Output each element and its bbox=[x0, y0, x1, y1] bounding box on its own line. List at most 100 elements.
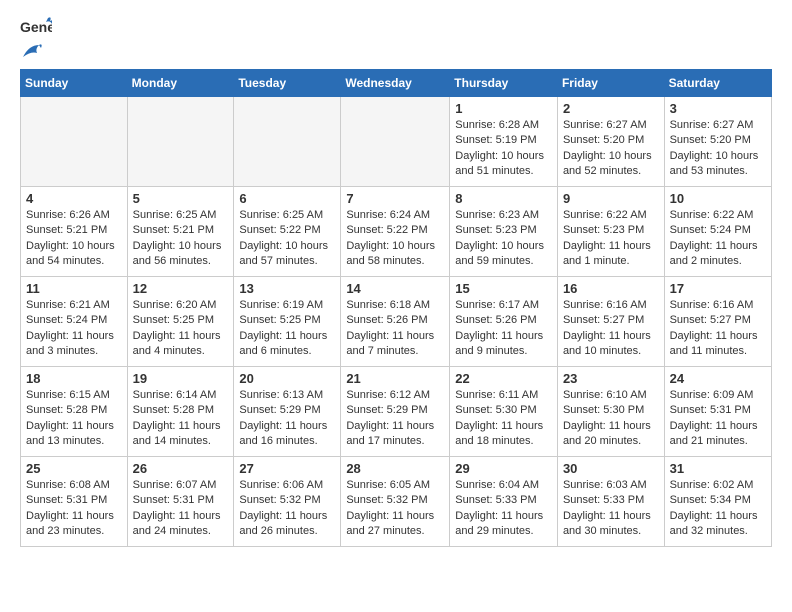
day-info: Sunrise: 6:17 AMSunset: 5:26 PMDaylight:… bbox=[455, 298, 552, 360]
calendar-cell: 14 Sunrise: 6:18 AMSunset: 5:26 PMDayligh… bbox=[341, 277, 450, 367]
day-number: 12 bbox=[133, 281, 229, 296]
calendar-cell: 11 Sunrise: 6:21 AMSunset: 5:24 PMDayligh… bbox=[21, 277, 128, 367]
calendar-cell: 22Sunrise: 6:11 AMSunset: 5:30 PMDayligh… bbox=[450, 367, 558, 457]
calendar-cell: 29Sunrise: 6:04 AMSunset: 5:33 PMDayligh… bbox=[450, 457, 558, 547]
day-info: Sunrise: 6:21 AMSunset: 5:24 PMDaylight:… bbox=[26, 298, 122, 360]
day-number: 5 bbox=[133, 191, 229, 206]
header: General bbox=[20, 16, 772, 59]
day-number: 3 bbox=[670, 101, 766, 116]
day-number: 15 bbox=[455, 281, 552, 296]
calendar-cell: 10Sunrise: 6:22 AMSunset: 5:24 PMDayligh… bbox=[664, 187, 771, 277]
day-number: 11 bbox=[26, 281, 122, 296]
day-number: 6 bbox=[239, 191, 335, 206]
weekday-header-tuesday: Tuesday bbox=[234, 70, 341, 97]
day-info: Sunrise: 6:13 AMSunset: 5:29 PMDaylight:… bbox=[239, 388, 335, 450]
day-info: Sunrise: 6:16 AMSunset: 5:27 PMDaylight:… bbox=[563, 298, 659, 360]
week-row-4: 18 Sunrise: 6:15 AMSunset: 5:28 PMDayligh… bbox=[21, 367, 772, 457]
calendar-cell: 27Sunrise: 6:06 AMSunset: 5:32 PMDayligh… bbox=[234, 457, 341, 547]
day-info: Sunrise: 6:12 AMSunset: 5:29 PMDaylight:… bbox=[346, 388, 444, 450]
day-info: Sunrise: 6:20 AMSunset: 5:25 PMDaylight:… bbox=[133, 298, 229, 360]
day-info: Sunrise: 6:23 AMSunset: 5:23 PMDaylight:… bbox=[455, 208, 552, 270]
day-number: 31 bbox=[670, 461, 766, 476]
week-row-1: 1 Sunrise: 6:28 AMSunset: 5:19 PMDaylight… bbox=[21, 97, 772, 187]
day-info: Sunrise: 6:24 AMSunset: 5:22 PMDaylight:… bbox=[346, 208, 444, 270]
day-info: Sunrise: 6:07 AMSunset: 5:31 PMDaylight:… bbox=[133, 478, 229, 540]
day-number: 23 bbox=[563, 371, 659, 386]
calendar-cell: 8 Sunrise: 6:23 AMSunset: 5:23 PMDaylight… bbox=[450, 187, 558, 277]
day-number: 18 bbox=[26, 371, 122, 386]
weekday-header-wednesday: Wednesday bbox=[341, 70, 450, 97]
day-number: 25 bbox=[26, 461, 122, 476]
day-number: 20 bbox=[239, 371, 335, 386]
week-row-3: 11 Sunrise: 6:21 AMSunset: 5:24 PMDayligh… bbox=[21, 277, 772, 367]
day-info: Sunrise: 6:02 AMSunset: 5:34 PMDaylight:… bbox=[670, 478, 766, 540]
calendar-cell: 19 Sunrise: 6:14 AMSunset: 5:28 PMDayligh… bbox=[127, 367, 234, 457]
day-info: Sunrise: 6:25 AMSunset: 5:22 PMDaylight:… bbox=[239, 208, 335, 270]
calendar-cell: 18 Sunrise: 6:15 AMSunset: 5:28 PMDayligh… bbox=[21, 367, 128, 457]
calendar-cell: 1 Sunrise: 6:28 AMSunset: 5:19 PMDaylight… bbox=[450, 97, 558, 187]
day-info: Sunrise: 6:11 AMSunset: 5:30 PMDaylight:… bbox=[455, 388, 552, 450]
day-info: Sunrise: 6:27 AMSunset: 5:20 PMDaylight:… bbox=[563, 118, 659, 180]
weekday-header-friday: Friday bbox=[557, 70, 664, 97]
day-number: 7 bbox=[346, 191, 444, 206]
day-number: 8 bbox=[455, 191, 552, 206]
calendar-cell: 21 Sunrise: 6:12 AMSunset: 5:29 PMDayligh… bbox=[341, 367, 450, 457]
calendar-cell: 6 Sunrise: 6:25 AMSunset: 5:22 PMDaylight… bbox=[234, 187, 341, 277]
day-info: Sunrise: 6:28 AMSunset: 5:19 PMDaylight:… bbox=[455, 118, 552, 180]
weekday-header-saturday: Saturday bbox=[664, 70, 771, 97]
day-info: Sunrise: 6:27 AMSunset: 5:20 PMDaylight:… bbox=[670, 118, 766, 180]
day-info: Sunrise: 6:16 AMSunset: 5:27 PMDaylight:… bbox=[670, 298, 766, 360]
day-number: 2 bbox=[563, 101, 659, 116]
calendar-cell bbox=[127, 97, 234, 187]
calendar-cell: 25 Sunrise: 6:08 AMSunset: 5:31 PMDayligh… bbox=[21, 457, 128, 547]
weekday-header-sunday: Sunday bbox=[21, 70, 128, 97]
calendar-cell: 24 Sunrise: 6:09 AMSunset: 5:31 PMDayligh… bbox=[664, 367, 771, 457]
day-info: Sunrise: 6:09 AMSunset: 5:31 PMDaylight:… bbox=[670, 388, 766, 450]
day-number: 1 bbox=[455, 101, 552, 116]
day-info: Sunrise: 6:22 AMSunset: 5:24 PMDaylight:… bbox=[670, 208, 766, 270]
day-info: Sunrise: 6:26 AMSunset: 5:21 PMDaylight:… bbox=[26, 208, 122, 270]
day-info: Sunrise: 6:25 AMSunset: 5:21 PMDaylight:… bbox=[133, 208, 229, 270]
day-number: 27 bbox=[239, 461, 335, 476]
calendar-cell: 31 Sunrise: 6:02 AMSunset: 5:34 PMDayligh… bbox=[664, 457, 771, 547]
week-row-2: 4Sunrise: 6:26 AMSunset: 5:21 PMDaylight… bbox=[21, 187, 772, 277]
calendar-cell: 15 Sunrise: 6:17 AMSunset: 5:26 PMDayligh… bbox=[450, 277, 558, 367]
day-number: 29 bbox=[455, 461, 552, 476]
calendar-cell bbox=[234, 97, 341, 187]
day-number: 9 bbox=[563, 191, 659, 206]
weekday-header-row: SundayMondayTuesdayWednesdayThursdayFrid… bbox=[21, 70, 772, 97]
day-number: 13 bbox=[239, 281, 335, 296]
day-info: Sunrise: 6:22 AMSunset: 5:23 PMDaylight:… bbox=[563, 208, 659, 270]
calendar-cell: 5 Sunrise: 6:25 AMSunset: 5:21 PMDaylight… bbox=[127, 187, 234, 277]
calendar-cell bbox=[21, 97, 128, 187]
day-number: 19 bbox=[133, 371, 229, 386]
day-number: 14 bbox=[346, 281, 444, 296]
day-number: 24 bbox=[670, 371, 766, 386]
calendar-cell: 28Sunrise: 6:05 AMSunset: 5:32 PMDayligh… bbox=[341, 457, 450, 547]
logo-icon: General bbox=[20, 16, 52, 44]
calendar-cell: 30Sunrise: 6:03 AMSunset: 5:33 PMDayligh… bbox=[557, 457, 664, 547]
calendar-cell: 17 Sunrise: 6:16 AMSunset: 5:27 PMDayligh… bbox=[664, 277, 771, 367]
calendar-cell: 23 Sunrise: 6:10 AMSunset: 5:30 PMDayligh… bbox=[557, 367, 664, 457]
week-row-5: 25 Sunrise: 6:08 AMSunset: 5:31 PMDayligh… bbox=[21, 457, 772, 547]
calendar-cell: 9 Sunrise: 6:22 AMSunset: 5:23 PMDaylight… bbox=[557, 187, 664, 277]
day-number: 17 bbox=[670, 281, 766, 296]
day-number: 21 bbox=[346, 371, 444, 386]
day-info: Sunrise: 6:10 AMSunset: 5:30 PMDaylight:… bbox=[563, 388, 659, 450]
calendar-cell: 4Sunrise: 6:26 AMSunset: 5:21 PMDaylight… bbox=[21, 187, 128, 277]
logo-bird-icon bbox=[21, 43, 43, 61]
day-number: 28 bbox=[346, 461, 444, 476]
weekday-header-thursday: Thursday bbox=[450, 70, 558, 97]
day-info: Sunrise: 6:19 AMSunset: 5:25 PMDaylight:… bbox=[239, 298, 335, 360]
calendar-cell: 2 Sunrise: 6:27 AMSunset: 5:20 PMDaylight… bbox=[557, 97, 664, 187]
calendar-cell: 16 Sunrise: 6:16 AMSunset: 5:27 PMDayligh… bbox=[557, 277, 664, 367]
day-info: Sunrise: 6:08 AMSunset: 5:31 PMDaylight:… bbox=[26, 478, 122, 540]
day-info: Sunrise: 6:15 AMSunset: 5:28 PMDaylight:… bbox=[26, 388, 122, 450]
day-info: Sunrise: 6:14 AMSunset: 5:28 PMDaylight:… bbox=[133, 388, 229, 450]
calendar-cell: 12 Sunrise: 6:20 AMSunset: 5:25 PMDayligh… bbox=[127, 277, 234, 367]
day-number: 16 bbox=[563, 281, 659, 296]
day-info: Sunrise: 6:03 AMSunset: 5:33 PMDaylight:… bbox=[563, 478, 659, 540]
calendar-cell: 20 Sunrise: 6:13 AMSunset: 5:29 PMDayligh… bbox=[234, 367, 341, 457]
day-info: Sunrise: 6:18 AMSunset: 5:26 PMDaylight:… bbox=[346, 298, 444, 360]
calendar-cell: 26Sunrise: 6:07 AMSunset: 5:31 PMDayligh… bbox=[127, 457, 234, 547]
